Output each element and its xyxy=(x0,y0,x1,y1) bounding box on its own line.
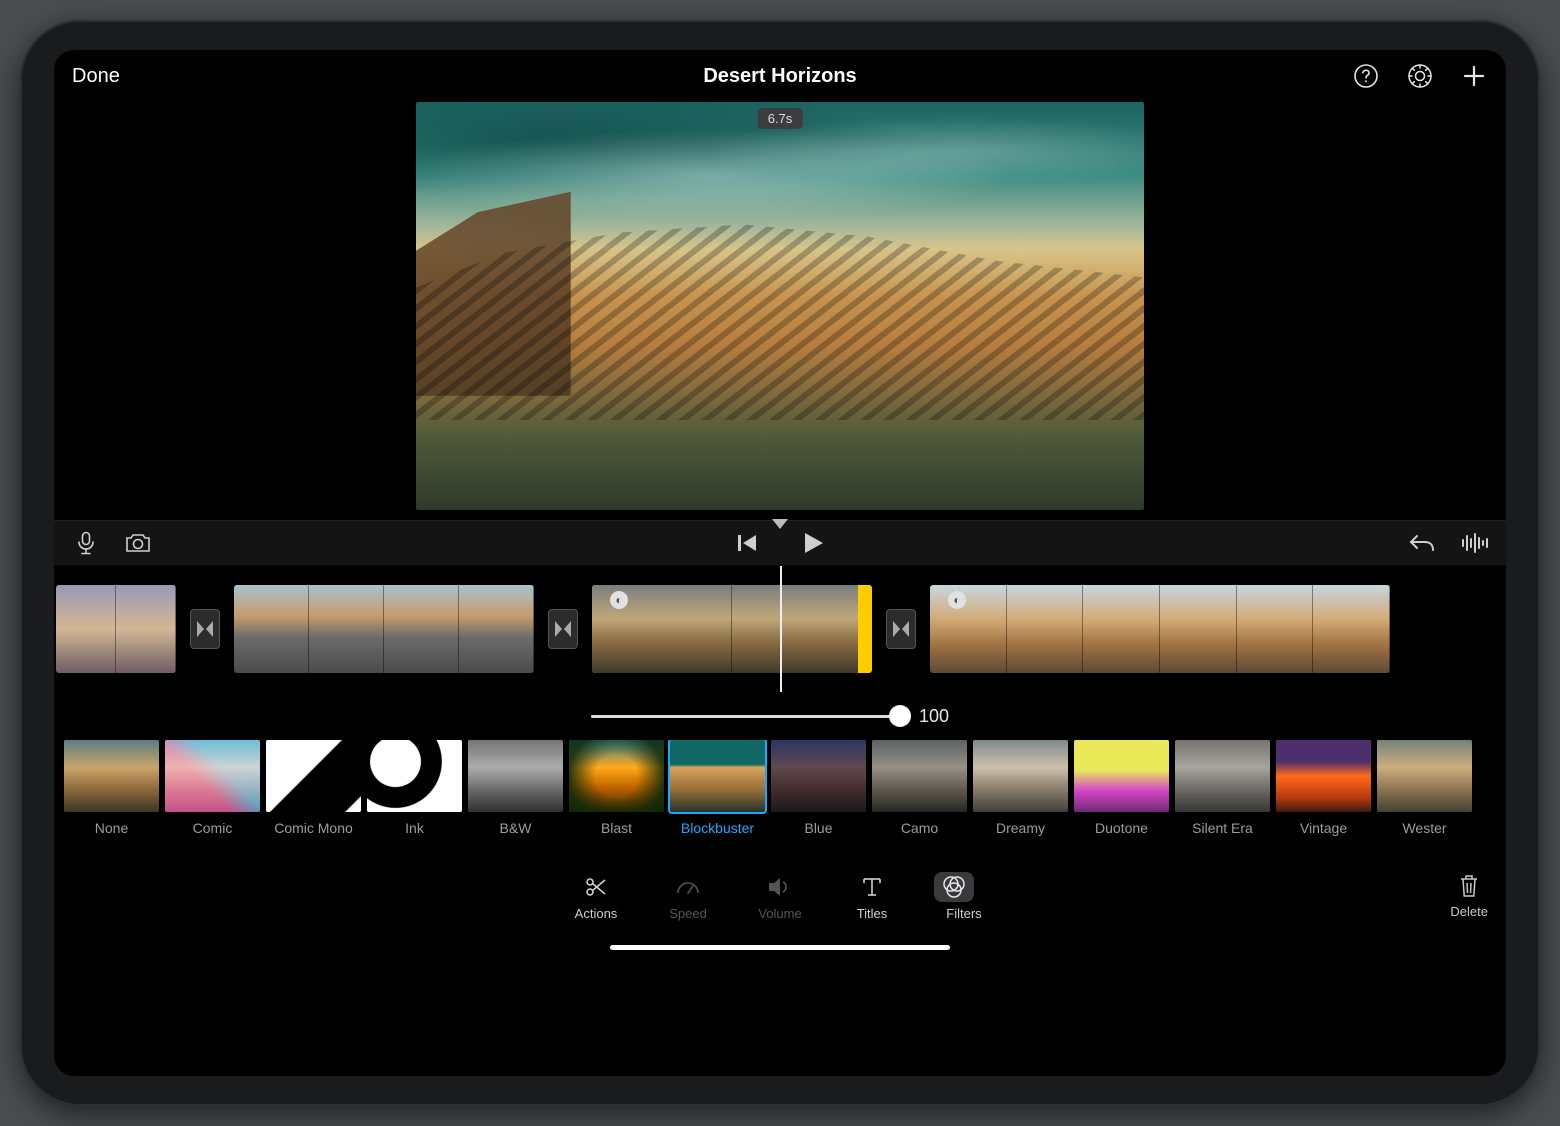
titles-tool[interactable]: Titles xyxy=(842,872,902,921)
filters-circles-icon xyxy=(934,872,974,902)
timeline-clip[interactable] xyxy=(56,585,176,673)
microphone-icon[interactable] xyxy=(72,529,100,557)
filters-tool[interactable]: Filters xyxy=(934,872,994,921)
ken-burns-icon: ◐ xyxy=(610,591,628,609)
scissors-icon xyxy=(566,872,626,902)
transition-icon[interactable] xyxy=(548,609,578,649)
project-title: Desert Horizons xyxy=(544,65,1016,88)
filter-label: None xyxy=(64,820,159,836)
title-t-icon xyxy=(842,872,902,902)
tool-label: Speed xyxy=(658,906,718,921)
speed-tool: Speed xyxy=(658,872,718,921)
actions-tool[interactable]: Actions xyxy=(566,872,626,921)
add-media-icon[interactable] xyxy=(1460,62,1488,90)
filter-label: Comic xyxy=(165,820,260,836)
transition-icon[interactable] xyxy=(190,609,220,649)
speaker-icon xyxy=(750,872,810,902)
ken-burns-icon: ◐ xyxy=(948,591,966,609)
filter-label: Duotone xyxy=(1074,820,1169,836)
play-icon[interactable] xyxy=(799,529,827,557)
tool-label: Filters xyxy=(934,906,994,921)
skip-to-start-icon[interactable] xyxy=(733,529,761,557)
filter-label: B&W xyxy=(468,820,563,836)
filter-label: Comic Mono xyxy=(266,820,361,836)
filter-comic[interactable]: Comic xyxy=(165,740,260,836)
filter-duotone[interactable]: Duotone xyxy=(1074,740,1169,836)
filter-label: Vintage xyxy=(1276,820,1371,836)
transport-row xyxy=(54,520,1506,566)
filter-blockbuster[interactable]: Blockbuster xyxy=(670,740,765,836)
intensity-value: 100 xyxy=(919,706,969,727)
tool-label: Titles xyxy=(842,906,902,921)
top-bar: Done Desert Horizons xyxy=(54,50,1506,102)
filter-label: Blue xyxy=(771,820,866,836)
filter-label: Dreamy xyxy=(973,820,1068,836)
volume-tool: Volume xyxy=(750,872,810,921)
filter-label: Camo xyxy=(872,820,967,836)
filters-strip[interactable]: None Comic Comic Mono Ink B&W Blast xyxy=(54,740,1506,866)
playhead-line xyxy=(780,566,782,692)
waveform-icon[interactable] xyxy=(1460,529,1488,557)
tool-label: Delete xyxy=(1450,904,1488,919)
done-button[interactable]: Done xyxy=(72,65,120,87)
filter-label: Wester xyxy=(1377,820,1472,836)
home-indicator[interactable] xyxy=(610,945,950,950)
filter-label: Blockbuster xyxy=(670,820,765,836)
slider-thumb[interactable] xyxy=(889,705,911,727)
video-preview[interactable]: 6.7s xyxy=(416,102,1144,510)
filter-western[interactable]: Wester xyxy=(1377,740,1472,836)
tool-label: Volume xyxy=(750,906,810,921)
tool-label: Actions xyxy=(566,906,626,921)
timeline-clip-selected[interactable]: ◐ xyxy=(592,585,872,673)
timeline-section: ◐ ◐ xyxy=(54,520,1506,692)
filter-ink[interactable]: Ink xyxy=(367,740,462,836)
app-screen: Done Desert Horizons xyxy=(54,50,1506,1076)
bottom-toolbar: Actions Speed xyxy=(54,866,1506,956)
filter-comic-mono[interactable]: Comic Mono xyxy=(266,740,361,836)
filter-silent-era[interactable]: Silent Era xyxy=(1175,740,1270,836)
preview-area: 6.7s xyxy=(54,102,1506,520)
filter-dreamy[interactable]: Dreamy xyxy=(973,740,1068,836)
filter-label: Silent Era xyxy=(1175,820,1270,836)
delete-button[interactable]: Delete xyxy=(1450,870,1488,919)
filter-blast[interactable]: Blast xyxy=(569,740,664,836)
playhead-caret-icon xyxy=(772,519,788,529)
filter-vintage[interactable]: Vintage xyxy=(1276,740,1371,836)
timeline[interactable]: ◐ ◐ xyxy=(54,566,1506,692)
camera-icon[interactable] xyxy=(124,529,152,557)
filter-label: Ink xyxy=(367,820,462,836)
timeline-clip[interactable] xyxy=(234,585,534,673)
trash-icon xyxy=(1450,870,1488,902)
intensity-slider[interactable] xyxy=(591,715,901,718)
timeline-clip[interactable]: ◐ xyxy=(930,585,1390,673)
filter-intensity-row: 100 xyxy=(54,692,1506,740)
settings-gear-icon[interactable] xyxy=(1406,62,1434,90)
tablet-frame: Done Desert Horizons xyxy=(20,20,1540,1106)
clip-duration-badge: 6.7s xyxy=(758,108,803,129)
filter-label: Blast xyxy=(569,820,664,836)
speedometer-icon xyxy=(658,872,718,902)
filter-blue[interactable]: Blue xyxy=(771,740,866,836)
filter-bw[interactable]: B&W xyxy=(468,740,563,836)
filter-none[interactable]: None xyxy=(64,740,159,836)
undo-icon[interactable] xyxy=(1408,529,1436,557)
filter-camo[interactable]: Camo xyxy=(872,740,967,836)
transition-icon[interactable] xyxy=(886,609,916,649)
help-icon[interactable] xyxy=(1352,62,1380,90)
